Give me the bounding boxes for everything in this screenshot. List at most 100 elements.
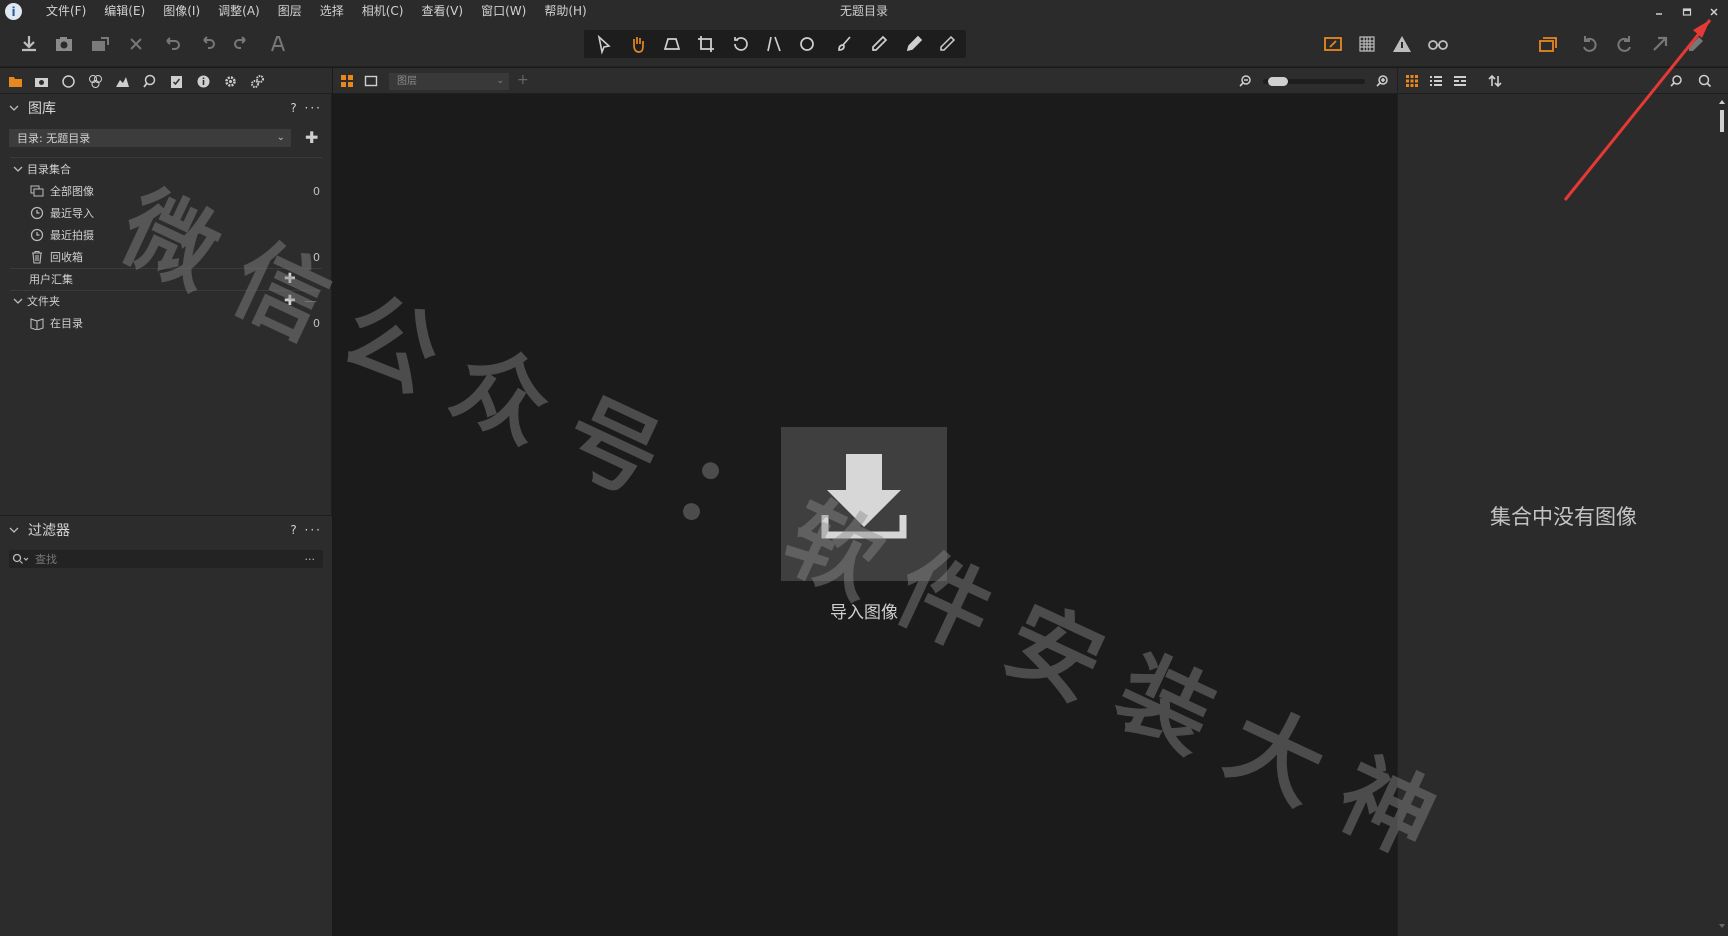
collection-trash[interactable]: 回收箱 0 xyxy=(0,246,332,268)
proof-button[interactable] xyxy=(1423,29,1453,59)
menu-select[interactable]: 选择 xyxy=(311,0,353,23)
filter-search-input[interactable]: 查找 ··· xyxy=(9,550,323,568)
sort-icon xyxy=(1488,74,1502,88)
collection-all-images[interactable]: 全部图像 0 xyxy=(0,180,332,202)
folders-row[interactable]: 文件夹 ✚ — xyxy=(0,290,332,312)
menu-help[interactable]: 帮助(H) xyxy=(535,0,595,23)
mask-tool[interactable] xyxy=(932,29,962,59)
menu-image[interactable]: 图像(I) xyxy=(154,0,209,23)
browser-toolbar xyxy=(1398,68,1728,94)
catalog-collections-row[interactable]: 目录集合 xyxy=(0,158,332,180)
tab-lens[interactable] xyxy=(57,71,79,91)
user-collections-label: 用户汇集 xyxy=(29,273,73,286)
collection-recent-imports[interactable]: 最近导入 xyxy=(0,202,332,224)
app-logo-icon: i xyxy=(5,3,22,20)
close-button[interactable] xyxy=(1700,0,1728,23)
redo-button[interactable] xyxy=(227,29,257,59)
select-tool[interactable] xyxy=(589,29,619,59)
folder-in-catalog[interactable]: 在目录 0 xyxy=(0,312,332,334)
undo-button[interactable] xyxy=(192,29,222,59)
lens-tool[interactable] xyxy=(759,29,789,59)
single-view-button[interactable] xyxy=(364,74,378,91)
spot-tool[interactable] xyxy=(792,29,822,59)
filters-header[interactable]: 过滤器 ? ··· xyxy=(0,516,332,544)
edit-button[interactable] xyxy=(1681,29,1711,59)
menu-view[interactable]: 查看(V) xyxy=(413,0,473,23)
text-tool-button[interactable] xyxy=(263,29,293,59)
library-title: 图库 xyxy=(28,101,56,117)
exposure-warning-button[interactable] xyxy=(1318,29,1348,59)
tab-output[interactable] xyxy=(219,71,241,91)
browser-scrollbar[interactable] xyxy=(1718,98,1726,930)
add-layer-button[interactable]: + xyxy=(517,72,529,88)
browser-filmstrip-button[interactable] xyxy=(1453,74,1467,91)
catalog-select[interactable]: 目录: 无题目录 ⌄ xyxy=(9,129,291,147)
camera-icon xyxy=(56,37,72,51)
library-header[interactable]: 图库 ? ··· xyxy=(0,94,332,122)
rotate-left-button[interactable] xyxy=(1574,29,1604,59)
gradient-icon xyxy=(906,35,923,52)
import-button[interactable] xyxy=(14,29,44,59)
add-catalog-button[interactable]: ✚ xyxy=(305,128,318,147)
grid-icon xyxy=(1359,36,1375,52)
menu-camera[interactable]: 相机(C) xyxy=(353,0,413,23)
title-bar: i 文件(F) 编辑(E) 图像(I) 调整(A) 图层 选择 相机(C) 查看… xyxy=(0,0,1728,23)
import-images-label[interactable]: 导入图像 xyxy=(763,598,965,623)
browser-search-button[interactable] xyxy=(1698,74,1712,91)
menu-layer[interactable]: 图层 xyxy=(269,0,311,23)
folder-count: 0 xyxy=(313,316,320,330)
menu-file[interactable]: 文件(F) xyxy=(37,0,95,23)
delete-button[interactable] xyxy=(121,29,151,59)
tab-color[interactable] xyxy=(84,71,106,91)
library-header-actions[interactable]: ? ··· xyxy=(290,101,322,115)
eraser-tool[interactable] xyxy=(864,29,894,59)
layer-select[interactable]: 图层 ⌄ xyxy=(389,73,509,90)
tab-library[interactable] xyxy=(4,71,26,91)
browser-grid-button[interactable] xyxy=(1405,74,1419,91)
process-button[interactable] xyxy=(1645,29,1675,59)
warning-button[interactable] xyxy=(1387,29,1417,59)
menu-adjust[interactable]: 调整(A) xyxy=(209,0,269,23)
delete-icon xyxy=(130,38,142,50)
camera-button[interactable] xyxy=(49,29,79,59)
reset-button[interactable] xyxy=(156,29,186,59)
browser-list-button[interactable] xyxy=(1429,74,1443,91)
tab-batch[interactable] xyxy=(246,71,268,91)
multi-view-button[interactable] xyxy=(340,74,354,91)
filters-header-actions[interactable]: ? ··· xyxy=(290,523,322,537)
chevron-down-icon xyxy=(9,527,19,533)
keystone-tool[interactable] xyxy=(657,29,687,59)
copy-adjustments-button[interactable] xyxy=(1533,29,1563,59)
tab-metadata[interactable] xyxy=(192,71,214,91)
zoom-in-button[interactable] xyxy=(1375,74,1389,91)
grid-button[interactable] xyxy=(1352,29,1382,59)
minimize-button[interactable] xyxy=(1645,0,1673,23)
rotate-tool[interactable] xyxy=(725,29,755,59)
menu-window[interactable]: 窗口(W) xyxy=(472,0,535,23)
search-options-button[interactable]: ··· xyxy=(305,553,316,566)
brush-tool[interactable] xyxy=(830,29,860,59)
tab-details[interactable] xyxy=(138,71,160,91)
browser-zoom-button[interactable] xyxy=(1669,74,1683,91)
add-folder-button[interactable]: ✚ xyxy=(284,293,296,309)
export-button[interactable] xyxy=(85,29,115,59)
add-user-collection-button[interactable]: ✚ xyxy=(284,271,296,287)
menu-edit[interactable]: 编辑(E) xyxy=(95,0,154,23)
pan-tool[interactable] xyxy=(623,29,653,59)
import-images-button[interactable] xyxy=(781,427,947,581)
collection-recent-captures[interactable]: 最近拍摄 xyxy=(0,224,332,246)
gradient-tool[interactable] xyxy=(898,29,928,59)
sort-button[interactable] xyxy=(1488,74,1502,91)
main-toolbar xyxy=(0,23,1728,67)
pen-icon xyxy=(872,35,888,51)
remove-folder-button[interactable]: — xyxy=(304,294,317,309)
tab-exposure[interactable] xyxy=(111,71,133,91)
tab-adjustments[interactable] xyxy=(165,71,187,91)
crop-tool[interactable] xyxy=(691,29,721,59)
zoom-slider-thumb[interactable] xyxy=(1268,77,1288,86)
zoom-out-button[interactable] xyxy=(1238,74,1252,91)
maximize-button[interactable] xyxy=(1673,0,1701,23)
rotate-right-button[interactable] xyxy=(1610,29,1640,59)
user-collections-row[interactable]: 用户汇集 ✚ xyxy=(0,268,332,290)
tab-capture[interactable] xyxy=(30,71,52,91)
